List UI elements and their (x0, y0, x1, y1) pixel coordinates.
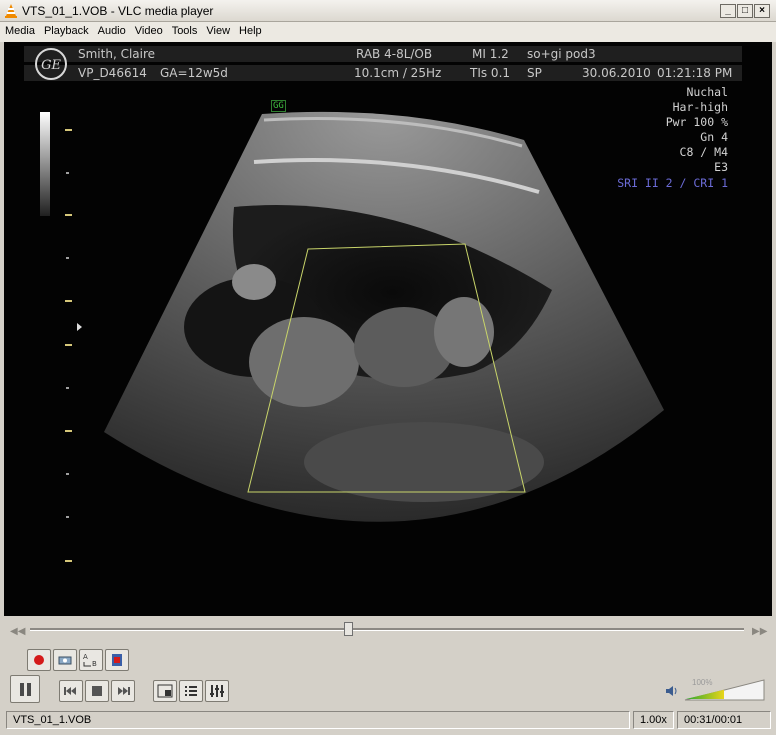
close-button[interactable]: × (754, 4, 770, 18)
param-map: C8 / M4 (679, 145, 728, 159)
status-filename: VTS_01_1.VOB (6, 711, 630, 729)
loop-ab-button[interactable]: AB (79, 649, 103, 671)
fullscreen-icon (157, 684, 173, 698)
depth-tick (65, 430, 72, 432)
loop-ab-icon: AB (83, 653, 97, 668)
maximize-button[interactable]: □ (737, 4, 753, 18)
maximize-icon: □ (741, 5, 749, 16)
exam-time: 01:21:18 PM (657, 66, 733, 80)
frame-by-frame-button[interactable] (105, 649, 129, 671)
status-speed[interactable]: 1.00x (633, 711, 674, 729)
minimize-button[interactable]: _ (720, 4, 736, 18)
menu-bar: Media Playback Audio Video Tools View Help (0, 22, 776, 42)
previous-button[interactable] (59, 680, 83, 702)
window-title: VTS_01_1.VOB - VLC media player (22, 4, 214, 18)
pause-button[interactable] (10, 675, 40, 703)
depth-tick (65, 300, 72, 302)
equalizer-icon (210, 685, 224, 697)
depth-frequency: 10.1cm / 25Hz (354, 66, 442, 80)
depth-tick (66, 257, 69, 259)
volume-slider[interactable] (684, 678, 766, 702)
video-area[interactable]: GE Smith, Claire VP_D46614 GA=12w5d RAB … (4, 42, 772, 616)
speaker-icon[interactable] (664, 684, 680, 698)
vlc-cone-icon (5, 4, 17, 18)
focus-marker-icon (77, 323, 82, 331)
rewind-icon[interactable]: ◀◀ (10, 626, 25, 637)
param-sri: SRI II 2 / CRI 1 (617, 176, 728, 190)
depth-tick (66, 516, 69, 518)
depth-tick (65, 344, 72, 346)
depth-tick (65, 560, 72, 562)
patient-id: VP_D46614 (78, 66, 147, 80)
menu-view[interactable]: View (201, 22, 234, 37)
status-bar: VTS_01_1.VOB 1.00x 00:31/00:01 (0, 709, 776, 735)
param-gain: Gn 4 (700, 130, 728, 144)
svg-text:A: A (83, 653, 88, 661)
preset-label: so+gi pod3 (527, 47, 596, 61)
depth-tick (65, 214, 72, 216)
svg-text:B: B (92, 660, 97, 668)
ge-logo-icon: GE (35, 48, 67, 80)
svg-text:GE: GE (41, 58, 61, 73)
param-power: Pwr 100 % (665, 115, 728, 129)
playlist-icon (185, 686, 197, 696)
ultrasound-image (104, 111, 664, 522)
param-harmonic: Har-high (672, 100, 728, 114)
menu-media[interactable]: Media (0, 22, 39, 37)
menu-playback[interactable]: Playback (39, 22, 93, 37)
exam-date: 30.06.2010 (582, 66, 651, 80)
param-mode: Nuchal (686, 85, 728, 99)
title-bar: VTS_01_1.VOB - VLC media player _ □ × (0, 0, 776, 22)
playlist-button[interactable] (179, 680, 203, 702)
gestational-age: GA=12w5d (160, 66, 228, 80)
menu-video[interactable]: Video (130, 22, 167, 37)
param-enhance: E3 (714, 160, 728, 174)
depth-tick (66, 473, 69, 475)
next-button[interactable] (111, 680, 135, 702)
stop-icon (92, 686, 102, 696)
controls-panel: ◀◀ ▶▶ AB 100% (0, 616, 776, 709)
depth-tick (66, 387, 69, 389)
menu-help[interactable]: Help (234, 22, 266, 37)
volume-fill (686, 689, 724, 699)
tis-value: TIs 0.1 (470, 66, 511, 80)
seek-slider[interactable] (30, 628, 744, 631)
menu-audio[interactable]: Audio (93, 22, 130, 37)
pause-icon (20, 683, 31, 696)
seek-handle[interactable] (344, 622, 354, 636)
depth-tick (66, 172, 69, 174)
grayscale-bar (40, 112, 50, 216)
sp-label: SP (527, 66, 542, 80)
depth-tick (65, 129, 72, 131)
menu-tools[interactable]: Tools (167, 22, 202, 37)
skip-back-icon (64, 687, 76, 695)
mi-value: MI 1.2 (472, 47, 509, 61)
extended-settings-button[interactable] (205, 680, 229, 702)
camera-icon (58, 656, 72, 665)
patient-name: Smith, Claire (78, 47, 156, 61)
record-button[interactable] (27, 649, 51, 671)
fast-forward-icon[interactable]: ▶▶ (752, 626, 767, 637)
fullscreen-button[interactable] (153, 680, 177, 702)
snapshot-button[interactable] (53, 649, 77, 671)
stop-button[interactable] (85, 680, 109, 702)
film-frame-icon (112, 654, 122, 666)
record-icon (34, 655, 44, 665)
status-time[interactable]: 00:31/00:01 (677, 711, 771, 729)
probe-label: RAB 4-8L/OB (356, 47, 433, 61)
gg-marker: GG (271, 100, 286, 112)
minimize-icon: _ (725, 5, 731, 16)
close-icon: × (759, 5, 765, 16)
skip-forward-icon (118, 687, 130, 695)
